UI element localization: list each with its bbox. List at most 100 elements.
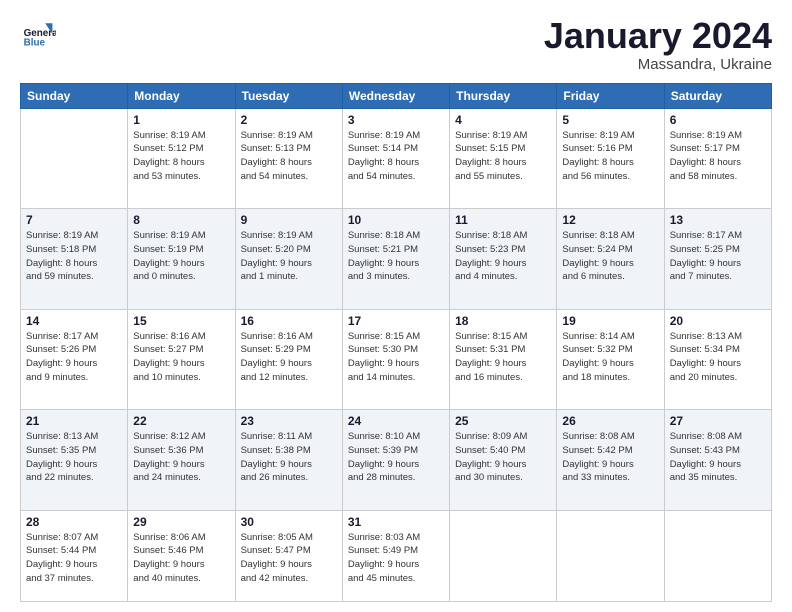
calendar-cell: 31Sunrise: 8:03 AMSunset: 5:49 PMDayligh… <box>342 510 449 601</box>
day-info: Sunrise: 8:17 AMSunset: 5:25 PMDaylight:… <box>670 229 766 284</box>
weekday-header-row: SundayMondayTuesdayWednesdayThursdayFrid… <box>21 83 772 108</box>
calendar-cell: 22 Sunrise: 8:12 AMSunset: 5:36 PMDayligh… <box>128 410 235 510</box>
calendar-cell: 24 Sunrise: 8:10 AMSunset: 5:39 PMDayligh… <box>342 410 449 510</box>
calendar-week-row: 21 Sunrise: 8:13 AMSunset: 5:35 PMDayligh… <box>21 410 772 510</box>
calendar-cell: 13 Sunrise: 8:17 AMSunset: 5:25 PMDayligh… <box>664 209 771 309</box>
day-info: Sunrise: 8:09 AMSunset: 5:40 PMDaylight:… <box>455 430 551 485</box>
calendar-cell <box>450 510 557 601</box>
calendar-cell: 19 Sunrise: 8:14 AMSunset: 5:32 PMDayligh… <box>557 309 664 409</box>
day-number: 19 <box>562 314 658 328</box>
day-info: Sunrise: 8:12 AMSunset: 5:36 PMDaylight:… <box>133 430 229 485</box>
calendar-cell: 12 Sunrise: 8:18 AMSunset: 5:24 PMDayligh… <box>557 209 664 309</box>
location-subtitle: Massandra, Ukraine <box>544 56 772 73</box>
day-number: 12 <box>562 213 658 227</box>
calendar-cell: 1 Sunrise: 8:19 AMSunset: 5:12 PMDaylight… <box>128 108 235 208</box>
day-number: 4 <box>455 113 551 127</box>
day-number: 9 <box>241 213 337 227</box>
day-number: 15 <box>133 314 229 328</box>
calendar-cell <box>664 510 771 601</box>
day-info: Sunrise: 8:08 AMSunset: 5:42 PMDaylight:… <box>562 430 658 485</box>
calendar-cell: 29 Sunrise: 8:06 AMSunset: 5:46 PMDayligh… <box>128 510 235 601</box>
day-number: 8 <box>133 213 229 227</box>
calendar-cell: 17Sunrise: 8:15 AMSunset: 5:30 PMDayligh… <box>342 309 449 409</box>
calendar-cell: 3 Sunrise: 8:19 AMSunset: 5:14 PMDaylight… <box>342 108 449 208</box>
day-number: 2 <box>241 113 337 127</box>
day-info: Sunrise: 8:17 AMSunset: 5:26 PMDaylight:… <box>26 330 122 385</box>
calendar-cell: 30Sunrise: 8:05 AMSunset: 5:47 PMDayligh… <box>235 510 342 601</box>
weekday-header-thursday: Thursday <box>450 83 557 108</box>
weekday-header-wednesday: Wednesday <box>342 83 449 108</box>
weekday-header-friday: Friday <box>557 83 664 108</box>
day-info: Sunrise: 8:16 AMSunset: 5:29 PMDaylight:… <box>241 330 337 385</box>
day-number: 20 <box>670 314 766 328</box>
calendar-cell: 21 Sunrise: 8:13 AMSunset: 5:35 PMDayligh… <box>21 410 128 510</box>
day-info: Sunrise: 8:03 AMSunset: 5:49 PMDaylight:… <box>348 531 444 586</box>
day-number: 17 <box>348 314 444 328</box>
day-number: 30 <box>241 515 337 529</box>
calendar-cell <box>557 510 664 601</box>
header: General Blue January 2024 Massandra, Ukr… <box>20 16 772 73</box>
calendar-cell: 9 Sunrise: 8:19 AMSunset: 5:20 PMDaylight… <box>235 209 342 309</box>
day-number: 26 <box>562 414 658 428</box>
svg-text:Blue: Blue <box>24 38 46 49</box>
calendar-week-row: 28 Sunrise: 8:07 AMSunset: 5:44 PMDayligh… <box>21 510 772 601</box>
day-number: 6 <box>670 113 766 127</box>
calendar-cell: 6Sunrise: 8:19 AMSunset: 5:17 PMDaylight… <box>664 108 771 208</box>
day-info: Sunrise: 8:18 AMSunset: 5:21 PMDaylight:… <box>348 229 444 284</box>
page: General Blue January 2024 Massandra, Ukr… <box>0 0 792 612</box>
day-info: Sunrise: 8:18 AMSunset: 5:24 PMDaylight:… <box>562 229 658 284</box>
day-number: 13 <box>670 213 766 227</box>
weekday-header-monday: Monday <box>128 83 235 108</box>
calendar-cell: 2Sunrise: 8:19 AMSunset: 5:13 PMDaylight… <box>235 108 342 208</box>
day-info: Sunrise: 8:11 AMSunset: 5:38 PMDaylight:… <box>241 430 337 485</box>
day-number: 28 <box>26 515 122 529</box>
logo-icon: General Blue <box>20 16 56 52</box>
day-info: Sunrise: 8:14 AMSunset: 5:32 PMDaylight:… <box>562 330 658 385</box>
day-info: Sunrise: 8:19 AMSunset: 5:12 PMDaylight:… <box>133 129 229 184</box>
day-info: Sunrise: 8:19 AMSunset: 5:16 PMDaylight:… <box>562 129 658 184</box>
day-info: Sunrise: 8:13 AMSunset: 5:34 PMDaylight:… <box>670 330 766 385</box>
day-number: 27 <box>670 414 766 428</box>
day-info: Sunrise: 8:08 AMSunset: 5:43 PMDaylight:… <box>670 430 766 485</box>
day-info: Sunrise: 8:19 AMSunset: 5:18 PMDaylight:… <box>26 229 122 284</box>
day-info: Sunrise: 8:15 AMSunset: 5:31 PMDaylight:… <box>455 330 551 385</box>
day-number: 24 <box>348 414 444 428</box>
title-block: January 2024 Massandra, Ukraine <box>544 16 772 73</box>
day-info: Sunrise: 8:19 AMSunset: 5:19 PMDaylight:… <box>133 229 229 284</box>
calendar-cell: 16Sunrise: 8:16 AMSunset: 5:29 PMDayligh… <box>235 309 342 409</box>
day-number: 22 <box>133 414 229 428</box>
day-info: Sunrise: 8:07 AMSunset: 5:44 PMDaylight:… <box>26 531 122 586</box>
calendar-cell: 20 Sunrise: 8:13 AMSunset: 5:34 PMDayligh… <box>664 309 771 409</box>
day-info: Sunrise: 8:16 AMSunset: 5:27 PMDaylight:… <box>133 330 229 385</box>
calendar-week-row: 7 Sunrise: 8:19 AMSunset: 5:18 PMDaylight… <box>21 209 772 309</box>
calendar-week-row: 14 Sunrise: 8:17 AMSunset: 5:26 PMDayligh… <box>21 309 772 409</box>
day-number: 1 <box>133 113 229 127</box>
calendar-cell: 27 Sunrise: 8:08 AMSunset: 5:43 PMDayligh… <box>664 410 771 510</box>
calendar-cell: 8 Sunrise: 8:19 AMSunset: 5:19 PMDaylight… <box>128 209 235 309</box>
day-info: Sunrise: 8:13 AMSunset: 5:35 PMDaylight:… <box>26 430 122 485</box>
calendar-cell: 18 Sunrise: 8:15 AMSunset: 5:31 PMDayligh… <box>450 309 557 409</box>
day-number: 11 <box>455 213 551 227</box>
day-number: 23 <box>241 414 337 428</box>
day-number: 14 <box>26 314 122 328</box>
day-number: 5 <box>562 113 658 127</box>
weekday-header-tuesday: Tuesday <box>235 83 342 108</box>
month-title: January 2024 <box>544 16 772 56</box>
calendar-cell: 7 Sunrise: 8:19 AMSunset: 5:18 PMDaylight… <box>21 209 128 309</box>
weekday-header-sunday: Sunday <box>21 83 128 108</box>
day-number: 3 <box>348 113 444 127</box>
calendar-table: SundayMondayTuesdayWednesdayThursdayFrid… <box>20 83 772 602</box>
calendar-cell: 28 Sunrise: 8:07 AMSunset: 5:44 PMDayligh… <box>21 510 128 601</box>
day-info: Sunrise: 8:19 AMSunset: 5:20 PMDaylight:… <box>241 229 337 284</box>
day-number: 7 <box>26 213 122 227</box>
day-info: Sunrise: 8:10 AMSunset: 5:39 PMDaylight:… <box>348 430 444 485</box>
day-number: 25 <box>455 414 551 428</box>
day-number: 29 <box>133 515 229 529</box>
calendar-cell: 14 Sunrise: 8:17 AMSunset: 5:26 PMDayligh… <box>21 309 128 409</box>
day-info: Sunrise: 8:19 AMSunset: 5:14 PMDaylight:… <box>348 129 444 184</box>
day-number: 18 <box>455 314 551 328</box>
day-info: Sunrise: 8:18 AMSunset: 5:23 PMDaylight:… <box>455 229 551 284</box>
day-number: 21 <box>26 414 122 428</box>
calendar-cell: 5 Sunrise: 8:19 AMSunset: 5:16 PMDaylight… <box>557 108 664 208</box>
day-info: Sunrise: 8:06 AMSunset: 5:46 PMDaylight:… <box>133 531 229 586</box>
